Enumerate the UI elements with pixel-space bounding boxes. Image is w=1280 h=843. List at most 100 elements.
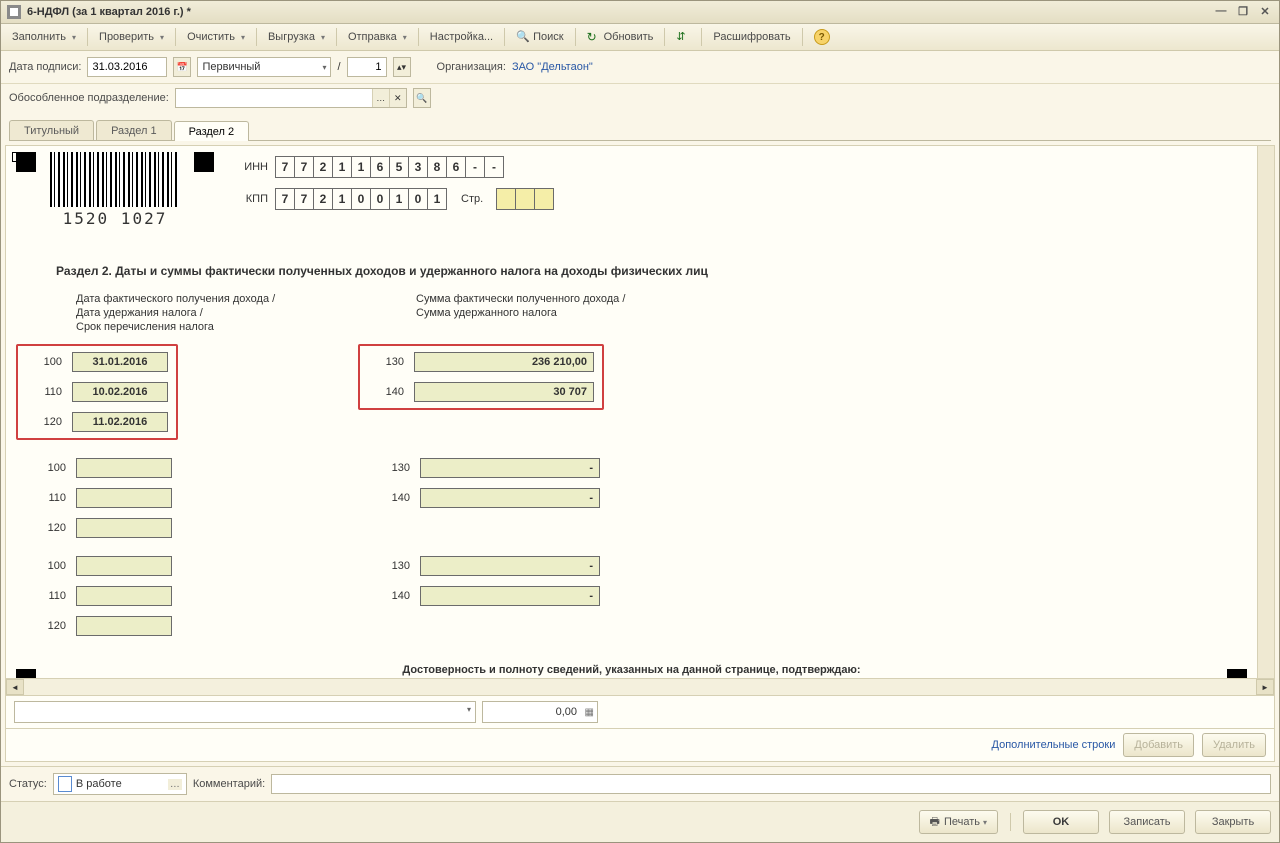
decode-button[interactable]: Расшифровать xyxy=(706,27,797,47)
field-130-1[interactable]: 236 210,00 xyxy=(414,352,594,372)
comment-label: Комментарий: xyxy=(193,778,265,790)
scroll-left-button[interactable]: ◄ xyxy=(6,679,24,695)
left-column-header: Дата фактического получения дохода / Дат… xyxy=(76,292,416,334)
send-button[interactable]: Отправка xyxy=(341,27,414,47)
header-bar-2: Обособленное подразделение: … ✕ 🔍 xyxy=(1,84,1279,116)
clear-button[interactable]: Очистить xyxy=(180,27,252,47)
field-120-2[interactable] xyxy=(76,518,172,538)
settings-button[interactable]: Настройка... xyxy=(423,27,500,47)
refresh-button[interactable]: Обновить xyxy=(580,26,661,48)
field-120-3[interactable] xyxy=(76,616,172,636)
org-label: Организация: xyxy=(437,61,506,73)
tab-title-page[interactable]: Титульный xyxy=(9,120,94,140)
tab-section-1[interactable]: Раздел 1 xyxy=(96,120,172,140)
org-link[interactable]: ЗАО "Дельтаон" xyxy=(512,61,593,73)
help-icon: ? xyxy=(814,29,830,45)
field-100-2[interactable] xyxy=(76,458,172,478)
content-container: 1520 1027 ИНН 7721165386-- КПП 772100101… xyxy=(5,145,1275,762)
dates-highlight-box: 10031.01.2016 11010.02.2016 12011.02.201… xyxy=(16,344,178,440)
kpp-label: КПП xyxy=(228,193,268,205)
field-120-1[interactable]: 11.02.2016 xyxy=(72,412,168,432)
inn-cells[interactable]: 7721165386-- xyxy=(276,156,504,178)
footer-bar: Печать OK Записать Закрыть xyxy=(1,801,1279,842)
status-label: Статус: xyxy=(9,778,47,790)
comment-input[interactable] xyxy=(271,774,1271,794)
form-content: 1520 1027 ИНН 7721165386-- КПП 772100101… xyxy=(6,146,1257,678)
export-button[interactable]: Выгрузка xyxy=(261,27,332,47)
marker-box-br xyxy=(1227,669,1247,678)
page-label: Стр. xyxy=(461,193,483,205)
extra-rows-bar: Дополнительные строки Добавить Удалить xyxy=(6,728,1274,761)
field-110-2[interactable] xyxy=(76,488,172,508)
horizontal-scrollbar[interactable]: ◄ ► xyxy=(6,678,1274,695)
choose-button[interactable]: … xyxy=(372,89,389,107)
tree-button[interactable] xyxy=(669,26,697,48)
vertical-scrollbar[interactable] xyxy=(1257,146,1274,678)
spin-button[interactable]: ▴▾ xyxy=(393,57,411,77)
marker-box-right xyxy=(194,152,214,172)
lookup-button[interactable]: 🔍 xyxy=(413,88,431,108)
extra-rows-link[interactable]: Дополнительные строки xyxy=(992,739,1116,751)
kind-select[interactable]: Первичный xyxy=(197,57,331,77)
close-button[interactable]: ✕ xyxy=(1257,5,1273,19)
close-form-button[interactable]: Закрыть xyxy=(1195,810,1271,834)
summary-bar: 0,00 xyxy=(6,695,1274,728)
refresh-icon xyxy=(587,30,601,44)
add-row-button[interactable]: Добавить xyxy=(1123,733,1194,757)
right-column-header: Сумма фактически полученного дохода / Су… xyxy=(416,292,756,334)
calendar-button[interactable]: 📅 xyxy=(173,57,191,77)
section-title: Раздел 2. Даты и суммы фактически получе… xyxy=(56,264,1247,278)
delete-row-button[interactable]: Удалить xyxy=(1202,733,1266,757)
page-cells[interactable] xyxy=(497,188,554,210)
search-button[interactable]: Поиск xyxy=(509,26,570,48)
check-button[interactable]: Проверить xyxy=(92,27,171,47)
barcode-text: 1520 1027 xyxy=(63,209,168,228)
field-130-2[interactable]: - xyxy=(420,458,600,478)
marker-top xyxy=(12,152,22,162)
marker-box-bl xyxy=(16,669,36,678)
summary-select[interactable] xyxy=(14,701,476,723)
app-window: 6-НДФЛ (за 1 квартал 2016 г.) * — ❐ ✕ За… xyxy=(0,0,1280,843)
print-button[interactable]: Печать xyxy=(919,810,998,834)
confirm-text: Достоверность и полноту сведений, указан… xyxy=(56,664,1207,676)
field-110-1[interactable]: 10.02.2016 xyxy=(72,382,168,402)
status-select[interactable]: В работе xyxy=(53,773,187,795)
minimize-button[interactable]: — xyxy=(1213,5,1229,19)
app-icon xyxy=(7,5,21,19)
titlebar: 6-НДФЛ (за 1 квартал 2016 г.) * — ❐ ✕ xyxy=(1,1,1279,24)
scroll-right-button[interactable]: ► xyxy=(1256,679,1274,695)
printer-icon xyxy=(930,813,944,832)
status-bar: Статус: В работе Комментарий: xyxy=(1,766,1279,801)
search-icon xyxy=(516,30,530,44)
barcode: 1520 1027 xyxy=(50,152,180,228)
help-button[interactable]: ? xyxy=(807,25,837,49)
corr-number-input[interactable] xyxy=(347,57,387,77)
kpp-cells[interactable]: 772100101 xyxy=(276,188,447,210)
field-100-1[interactable]: 31.01.2016 xyxy=(72,352,168,372)
header-bar-1: Дата подписи: 📅 Первичный / ▴▾ Организац… xyxy=(1,51,1279,84)
fill-button[interactable]: Заполнить xyxy=(5,27,83,47)
maximize-button[interactable]: ❐ xyxy=(1235,5,1251,19)
field-130-3[interactable]: - xyxy=(420,556,600,576)
summary-number[interactable]: 0,00 xyxy=(482,701,598,723)
sums-highlight-box: 130236 210,00 14030 707 xyxy=(358,344,604,410)
tree-icon xyxy=(676,30,690,44)
field-140-3[interactable]: - xyxy=(420,586,600,606)
subdivision-label: Обособленное подразделение: xyxy=(9,92,169,104)
clear-input-button[interactable]: ✕ xyxy=(389,89,406,107)
tabs-bar: Титульный Раздел 1 Раздел 2 xyxy=(1,116,1279,140)
document-icon xyxy=(58,776,72,792)
main-toolbar: Заполнить Проверить Очистить Выгрузка От… xyxy=(1,24,1279,51)
save-button[interactable]: Записать xyxy=(1109,810,1185,834)
field-100-3[interactable] xyxy=(76,556,172,576)
subdivision-input[interactable]: … ✕ xyxy=(175,88,407,108)
barcode-bars xyxy=(50,152,180,207)
field-110-3[interactable] xyxy=(76,586,172,606)
sign-date-input[interactable] xyxy=(87,57,167,77)
window-title: 6-НДФЛ (за 1 квартал 2016 г.) * xyxy=(27,6,1213,18)
sign-date-label: Дата подписи: xyxy=(9,61,81,73)
ok-button[interactable]: OK xyxy=(1023,810,1099,834)
field-140-1[interactable]: 30 707 xyxy=(414,382,594,402)
field-140-2[interactable]: - xyxy=(420,488,600,508)
tab-section-2[interactable]: Раздел 2 xyxy=(174,121,250,141)
